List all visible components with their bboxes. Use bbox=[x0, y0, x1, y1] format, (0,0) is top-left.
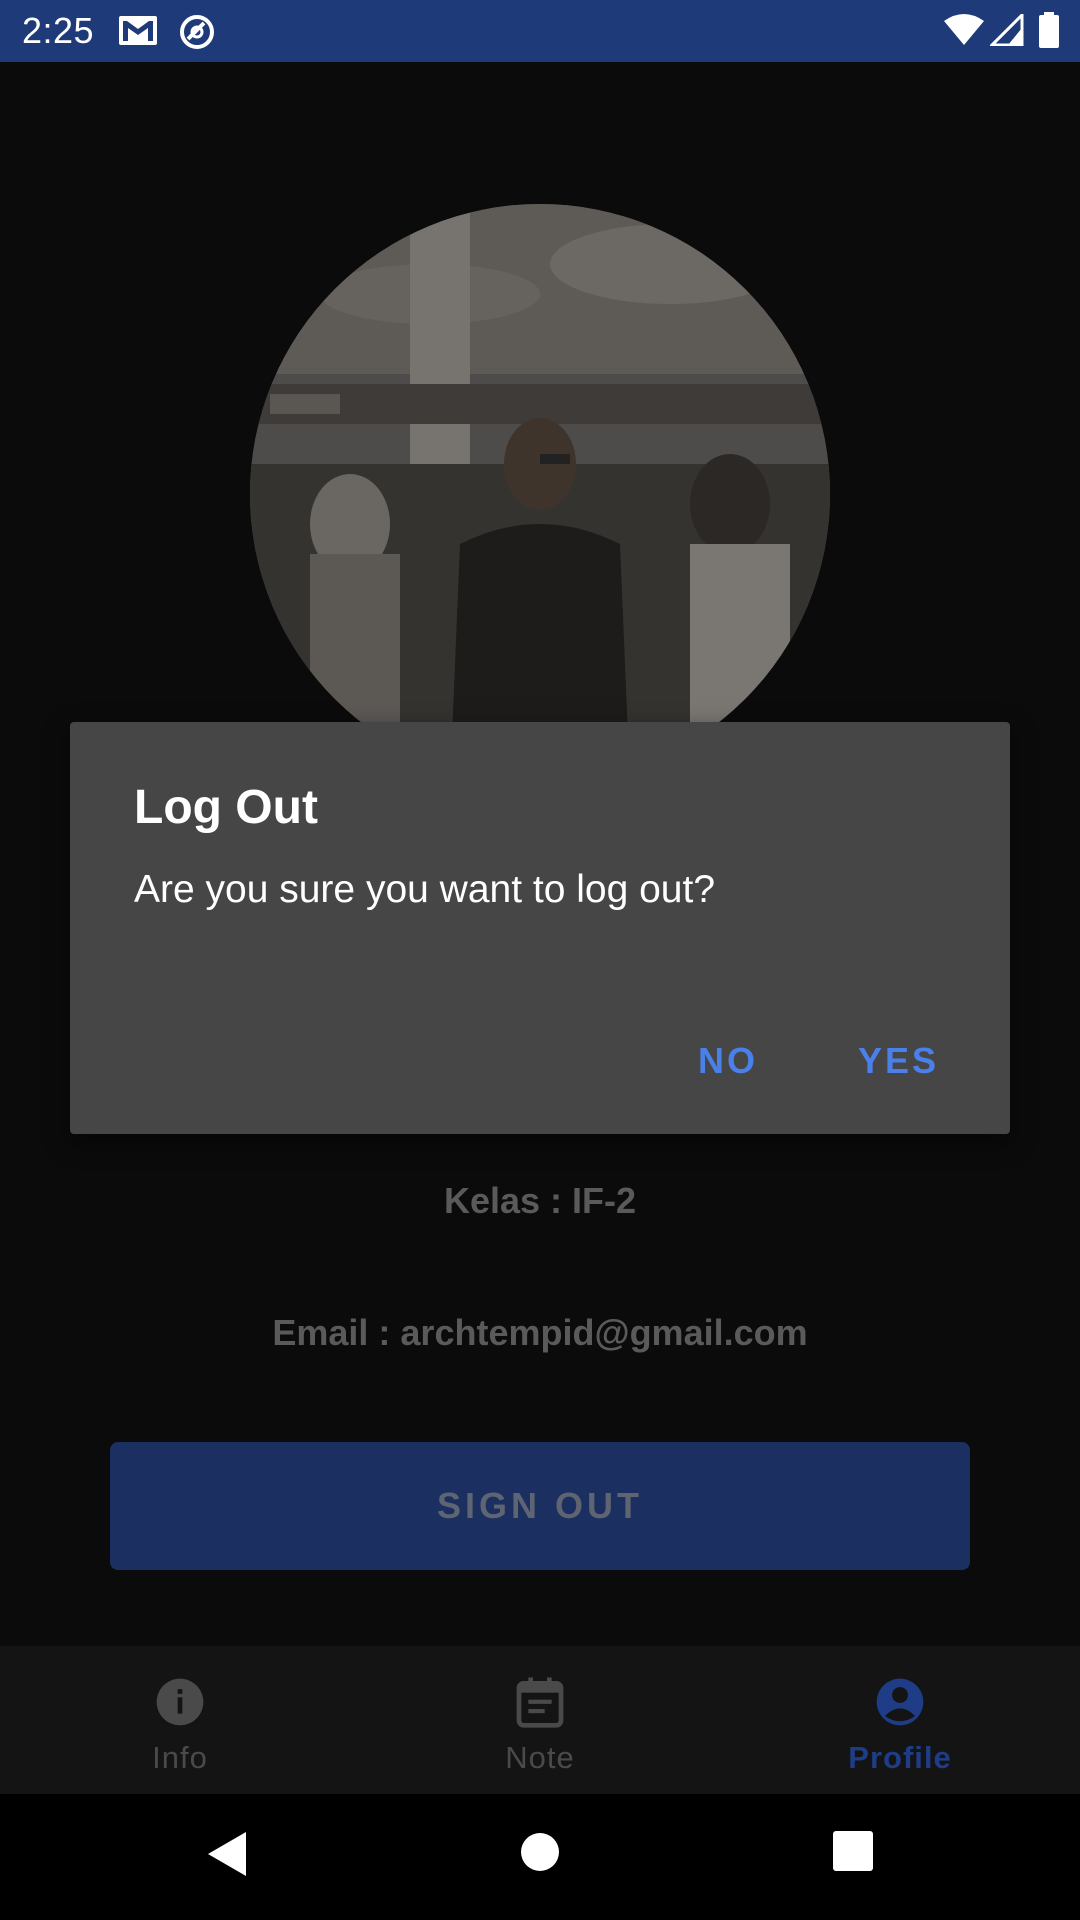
nav-label-info: Info bbox=[152, 1740, 208, 1775]
system-navigation-bar bbox=[0, 1794, 1080, 1920]
info-icon bbox=[156, 1678, 204, 1726]
nav-item-note[interactable]: Note bbox=[360, 1646, 720, 1794]
status-bar: 2:25 bbox=[0, 0, 1080, 62]
calendar-icon bbox=[516, 1677, 564, 1728]
status-time: 2:25 bbox=[22, 10, 95, 51]
battery-icon bbox=[1038, 12, 1060, 53]
dialog-message: Are you sure you want to log out? bbox=[134, 868, 716, 911]
nav-item-info[interactable]: Info bbox=[0, 1646, 360, 1794]
dialog-title: Log Out bbox=[134, 781, 318, 834]
kelas-text: Kelas : IF-2 bbox=[443, 1180, 637, 1221]
home-icon[interactable] bbox=[518, 1830, 562, 1879]
nav-item-profile[interactable]: Profile bbox=[720, 1646, 1080, 1794]
back-icon[interactable] bbox=[206, 1830, 248, 1883]
account-circle-icon bbox=[876, 1678, 924, 1726]
signal-icon bbox=[988, 11, 1024, 51]
wifi-icon bbox=[944, 14, 984, 51]
sync-icon bbox=[178, 13, 216, 56]
nav-label-profile: Profile bbox=[848, 1740, 952, 1775]
bottom-navigation: Info Note Profile bbox=[0, 1646, 1080, 1794]
recents-icon[interactable] bbox=[832, 1830, 874, 1877]
no-button[interactable]: NO bbox=[698, 1040, 758, 1082]
logout-dialog: Log Out Are you sure you want to log out… bbox=[70, 722, 1010, 1134]
gmail-icon bbox=[118, 13, 158, 52]
nav-label-note: Note bbox=[505, 1740, 575, 1775]
yes-button[interactable]: YES bbox=[858, 1040, 939, 1082]
profile-photo bbox=[250, 204, 830, 784]
sign-out-button[interactable]: SIGN OUT bbox=[110, 1442, 970, 1570]
email-text: Email : archtempid@gmail.com bbox=[272, 1312, 808, 1353]
